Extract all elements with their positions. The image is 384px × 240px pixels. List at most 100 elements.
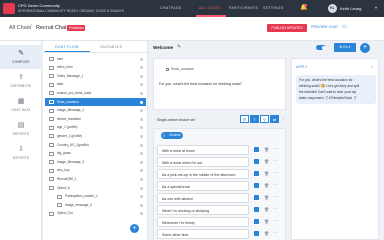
breadcrumb-separator: /: [30, 24, 32, 30]
choice-input[interactable]: As one with alcohol: [157, 193, 249, 203]
flow-node[interactable]: Image_Message_3: [45, 158, 146, 166]
breadcrumb-all-chats[interactable]: All Chats: [9, 25, 31, 31]
settings-icon[interactable]: ⚙: [240, 115, 249, 123]
choice-color-icon[interactable]: [254, 183, 259, 188]
flow-node[interactable]: Video_Message_1: [45, 72, 146, 80]
sidebar-item-reports[interactable]: ▤ REPORTS: [0, 117, 42, 141]
trash-icon[interactable]: 🗑: [264, 219, 269, 224]
trash-icon[interactable]: 🗑: [264, 207, 269, 212]
flow-node[interactable]: Soda_occasion: [45, 98, 146, 106]
chain-icon[interactable]: ⇄: [270, 115, 279, 123]
nav-participants[interactable]: PARTICIPANTS: [229, 6, 258, 10]
choice-input[interactable]: With a meal when I'm out: [157, 157, 249, 167]
more-icon[interactable]: ⋯: [273, 230, 277, 235]
node-status-dot: [140, 57, 143, 61]
flow-node[interactable]: image_message_4: [45, 201, 146, 209]
choice-row: ⋮ Some other time 🗑 ⋯: [153, 229, 286, 239]
add-element-button[interactable]: +: [360, 43, 370, 53]
card-checkbox[interactable]: [166, 68, 169, 71]
more-icon[interactable]: ⋮: [281, 117, 285, 122]
preview-icon[interactable]: ▭: [342, 24, 347, 30]
trash-icon[interactable]: 🗑: [264, 171, 269, 176]
flow-node[interactable]: intro: [45, 55, 146, 63]
choice-input[interactable]: Whenever I'm thirsty: [157, 217, 249, 227]
more-icon[interactable]: ⋯: [273, 218, 277, 223]
flow-node[interactable]: video_intro: [45, 64, 146, 72]
choice-color-icon[interactable]: [254, 231, 259, 236]
message-card[interactable]: Soda_occasion For you, what's the best o…: [153, 58, 286, 110]
nav-all-chats[interactable]: ALL CHATS: [199, 6, 221, 10]
left-sidebar: ✎ COMPOSE ⇪ DISTRIBUTE ▦ CHAT DATA ▤ REP…: [0, 41, 42, 240]
choice-text: As a special treat: [162, 185, 190, 189]
flow-node[interactable]: why_buy: [45, 167, 146, 175]
app-logo[interactable]: [3, 3, 15, 14]
tab-variables[interactable]: VARIABLES: [100, 45, 122, 49]
nav-settings[interactable]: SETTINGS: [263, 6, 283, 10]
flow-node-label: Image_Message_1: [57, 108, 85, 113]
choice-color-icon[interactable]: [254, 195, 259, 200]
sidebar-item-exports[interactable]: ⇩ EXPORTS: [0, 141, 42, 165]
active-tab-indicator: [45, 51, 90, 52]
publish-updates-button[interactable]: PUBLISH UPDATES: [267, 24, 307, 32]
trash-icon[interactable]: 🗑: [264, 147, 269, 152]
message-icon: [49, 160, 54, 165]
trash-icon[interactable]: 🗑: [264, 183, 269, 188]
choice-color-icon[interactable]: [254, 171, 259, 176]
flow-node[interactable]: Country_US_1(profile): [45, 141, 146, 149]
chevron-down-icon[interactable]: ▾: [375, 5, 377, 10]
more-icon[interactable]: ⋯: [273, 206, 277, 211]
node-status-dot: [140, 134, 143, 138]
choice-input[interactable]: As a special treat: [157, 181, 249, 191]
tab-chat-flow[interactable]: CHAT FLOW: [55, 45, 79, 49]
flow-node[interactable]: big_grass: [45, 150, 146, 158]
flow-node[interactable]: reason_you_drink_soda: [45, 89, 146, 97]
flow-node-label: gender_1 (profile): [57, 133, 83, 138]
flow-node[interactable]: Opted_Out: [45, 210, 146, 218]
more-icon[interactable]: ⋯: [273, 182, 277, 187]
trash-icon[interactable]: 🗑: [264, 159, 269, 164]
choice-input[interactable]: As a pick-me-up in the middle of the aft…: [157, 169, 249, 179]
flow-node-label: why_buy: [57, 168, 70, 173]
question-text[interactable]: For you, what's the best occasion for dr…: [159, 82, 242, 86]
choice-input[interactable]: With a meal at home: [157, 145, 249, 155]
flow-node[interactable]: Image_Message_1: [45, 107, 146, 115]
flow-node[interactable]: device_transition: [45, 115, 146, 123]
flow-node[interactable]: Opted_In: [45, 184, 146, 192]
choice-color-icon[interactable]: [254, 147, 259, 152]
more-icon[interactable]: ⋯: [273, 170, 277, 175]
add-node-button[interactable]: +: [130, 224, 139, 233]
choice-input[interactable]: When I'm working or studying: [157, 205, 249, 215]
node-status-dot: [140, 195, 143, 199]
list-icon[interactable]: ≡: [250, 115, 259, 123]
flow-node[interactable]: start: [45, 81, 146, 89]
choice-color-icon[interactable]: [254, 159, 259, 164]
more-icon[interactable]: ⋯: [273, 158, 277, 163]
flow-node[interactable]: RecruitQ50_1: [45, 175, 146, 183]
choice-color-icon[interactable]: [254, 219, 259, 224]
sidebar-item-compose[interactable]: ✎ COMPOSE: [0, 45, 42, 69]
message-icon: [49, 108, 54, 113]
more-icon[interactable]: ⋯: [273, 194, 277, 199]
avatar[interactable]: KL: [328, 4, 337, 13]
more-icon[interactable]: ⋯: [273, 146, 277, 151]
edit-title-icon[interactable]: ✎: [177, 44, 181, 50]
trash-icon[interactable]: 🗑: [264, 231, 269, 236]
flow-node[interactable]: gender_1 (profile): [45, 132, 146, 140]
preview-chat-button[interactable]: PREVIEW CHAT: [311, 25, 338, 29]
sidebar-item-label: DISTRIBUTE: [10, 84, 32, 88]
sidebar-item-distribute[interactable]: ⇪ DISTRIBUTE: [0, 69, 42, 93]
flow-node[interactable]: age_1 (profile): [45, 124, 146, 132]
choice-input[interactable]: Some other time: [157, 229, 249, 239]
flow-node-label: video_intro: [57, 65, 73, 70]
sidebar-item-chat-data[interactable]: ▦ CHAT DATA: [0, 93, 42, 117]
trash-icon[interactable]: 🗑: [264, 195, 269, 200]
choice-color-icon[interactable]: [254, 207, 259, 212]
flow-node[interactable]: Participation_marker_1: [45, 193, 146, 201]
language-button[interactable]: ⊕ En ▾: [334, 43, 356, 52]
flow-node-label: image_message_4: [65, 202, 92, 207]
choice-text: As a pick-me-up in the middle of the aft…: [162, 173, 236, 177]
link-icon[interactable]: ⚲: [260, 115, 269, 123]
user-name[interactable]: Keith Leung: [340, 6, 361, 11]
nav-chatfage[interactable]: CHATFAGE: [160, 6, 182, 10]
close-icon[interactable]: ×: [371, 64, 373, 69]
